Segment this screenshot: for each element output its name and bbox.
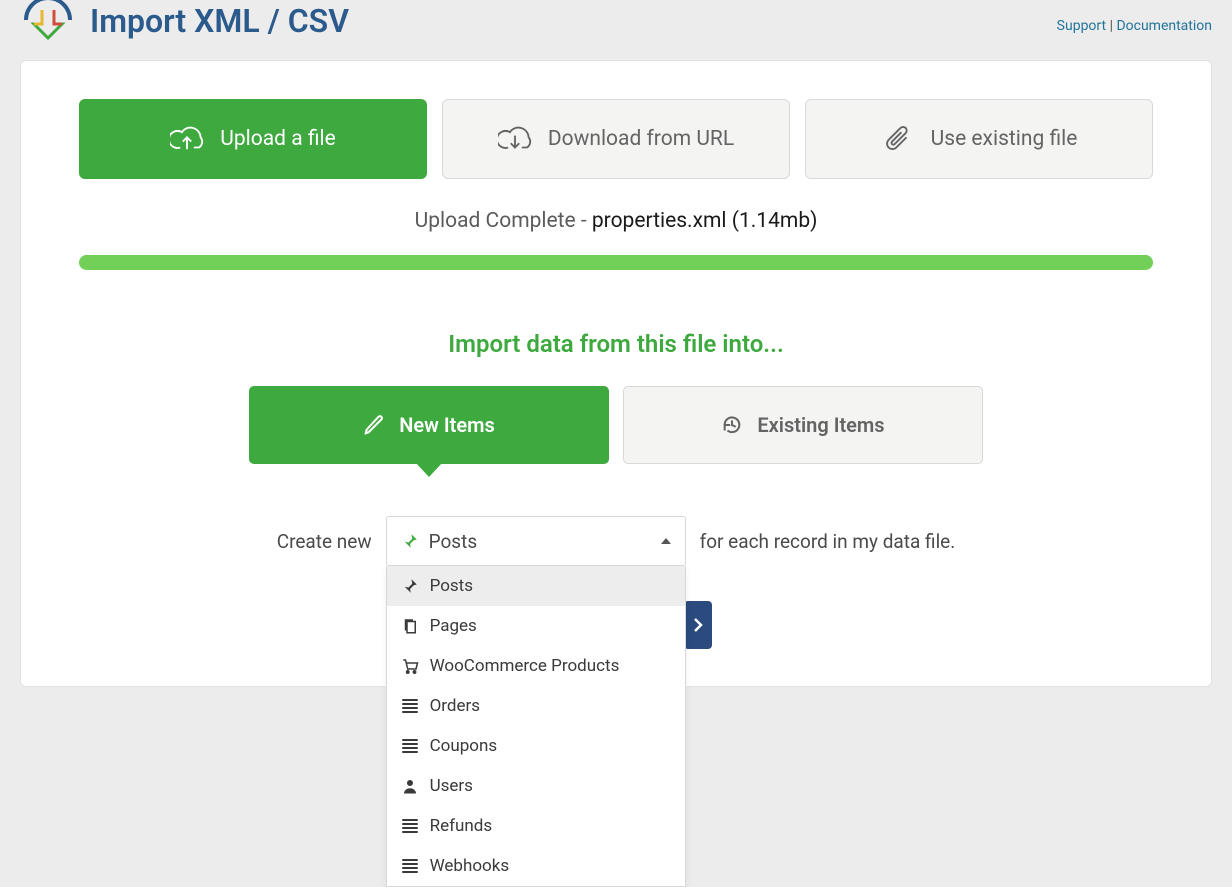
page-title: Import XML / CSV [90, 2, 349, 40]
dropdown-option-coupons[interactable]: Coupons [387, 726, 685, 766]
new-items-tab[interactable]: New Items [249, 386, 609, 464]
dropdown-option-refunds[interactable]: Refunds [387, 806, 685, 846]
dropdown-option-label: WooCommerce Products [430, 656, 620, 676]
upload-size: (1.14mb) [732, 209, 818, 233]
header-links: Support | Documentation [1057, 18, 1212, 34]
import-into-heading: Import data from this file into... [79, 330, 1153, 358]
download-url-tab[interactable]: Download from URL [442, 99, 790, 179]
support-link[interactable]: Support [1057, 18, 1106, 34]
list-icon [401, 737, 419, 755]
upload-status: Upload Complete - properties.xml (1.14mb… [79, 209, 1153, 233]
download-url-label: Download from URL [548, 127, 734, 151]
pin-icon [401, 577, 419, 595]
main-panel: Upload a file Download from URL Use exis… [20, 60, 1212, 687]
user-icon [401, 777, 419, 795]
cloud-upload-icon [170, 124, 204, 154]
dropdown-option-woocommerce-products[interactable]: WooCommerce Products [387, 646, 685, 686]
list-icon [401, 817, 419, 835]
upload-file-label: Upload a file [220, 127, 335, 151]
cloud-download-icon [498, 124, 532, 154]
create-row: Create new Posts PostsPagesWooCommerce P… [79, 516, 1153, 566]
paperclip-icon [881, 124, 915, 154]
dropdown-option-label: Webhooks [430, 856, 510, 876]
upload-filename: properties.xml [592, 209, 727, 233]
existing-items-label: Existing Items [757, 413, 884, 437]
mode-tabs: New Items Existing Items [79, 386, 1153, 464]
post-type-select[interactable]: Posts [386, 516, 686, 566]
selected-value: Posts [429, 530, 478, 553]
create-suffix: for each record in my data file. [700, 530, 956, 553]
dropdown-option-label: Pages [430, 616, 477, 636]
caret-up-icon [661, 538, 671, 544]
documentation-link[interactable]: Documentation [1116, 18, 1212, 34]
dropdown-option-label: Coupons [430, 736, 498, 756]
post-type-dropdown: Posts Pages WooCommerce Products Orders Coup… [386, 566, 686, 887]
create-prefix: Create new [277, 530, 372, 553]
next-button[interactable] [684, 601, 712, 649]
list-icon [401, 697, 419, 715]
app-logo [20, 0, 76, 42]
dropdown-option-users[interactable]: Users [387, 766, 685, 806]
source-tabs: Upload a file Download from URL Use exis… [79, 99, 1153, 179]
dropdown-option-orders[interactable]: Orders [387, 686, 685, 726]
existing-items-tab[interactable]: Existing Items [623, 386, 983, 464]
existing-file-tab[interactable]: Use existing file [805, 99, 1153, 179]
list-icon [401, 857, 419, 875]
dropdown-option-pages[interactable]: Pages [387, 606, 685, 646]
dropdown-option-label: Orders [430, 696, 480, 716]
dropdown-option-posts[interactable]: Posts [387, 566, 685, 606]
pin-icon [401, 532, 419, 550]
history-icon [721, 414, 743, 436]
upload-status-prefix: Upload Complete - [415, 209, 592, 233]
cart-icon [401, 657, 419, 675]
dropdown-option-label: Refunds [430, 816, 493, 836]
pencil-icon [363, 414, 385, 436]
dropdown-option-label: Posts [430, 576, 473, 596]
dropdown-option-label: Users [430, 776, 473, 796]
existing-file-label: Use existing file [931, 127, 1078, 151]
chevron-right-icon [693, 617, 703, 633]
header: Import XML / CSV Support | Documentation [20, 0, 1212, 52]
dropdown-option-webhooks[interactable]: Webhooks [387, 846, 685, 886]
progress-bar [79, 255, 1153, 270]
upload-file-tab[interactable]: Upload a file [79, 99, 427, 179]
pages-icon [401, 617, 419, 635]
new-items-label: New Items [399, 413, 495, 437]
